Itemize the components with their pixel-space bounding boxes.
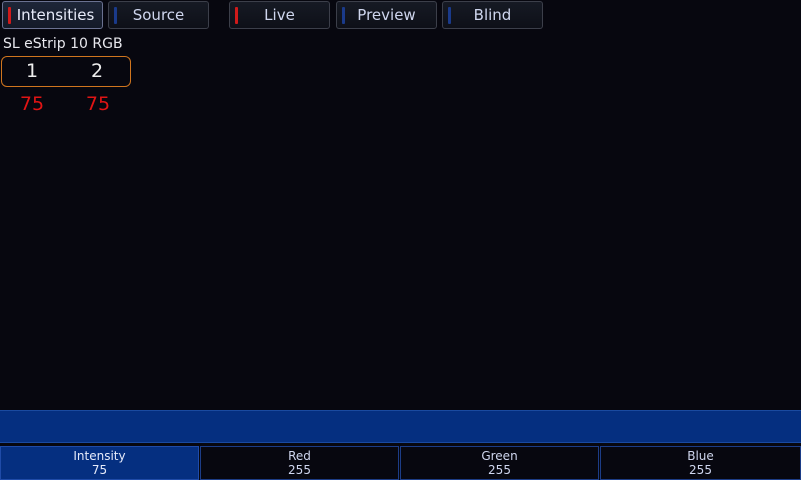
channel-level-1: 75 — [19, 93, 45, 115]
tab-label: Preview — [357, 6, 416, 24]
param-name: Intensity — [73, 449, 126, 463]
tab-indicator-preview — [342, 7, 345, 24]
tab-label: Source — [132, 6, 185, 24]
tab-intensities[interactable]: Intensities — [2, 1, 103, 29]
tab-source[interactable]: Source — [108, 1, 209, 29]
tab-indicator-blind — [448, 7, 451, 24]
param-blue-button[interactable]: Blue 255 — [600, 446, 801, 480]
param-value: 255 — [488, 463, 511, 477]
tab-label: Intensities — [16, 6, 95, 24]
param-name: Blue — [687, 449, 714, 463]
channel-level-2: 75 — [85, 93, 111, 115]
tab-preview[interactable]: Preview — [336, 1, 437, 29]
tab-live[interactable]: Live — [229, 1, 330, 29]
param-green-button[interactable]: Green 255 — [400, 446, 599, 480]
param-red-button[interactable]: Red 255 — [200, 446, 399, 480]
tab-indicator-live — [235, 7, 238, 24]
param-intensity-button[interactable]: Intensity 75 — [0, 446, 199, 480]
tab-indicator-intensities — [8, 7, 11, 24]
param-value: 75 — [91, 463, 108, 477]
tab-label: Blind — [473, 6, 512, 24]
param-value: 255 — [288, 463, 311, 477]
tab-label: Live — [264, 6, 295, 24]
param-name: Green — [481, 449, 518, 463]
channel-number-2[interactable]: 2 — [77, 60, 117, 82]
console-display: Intensities Source Live Preview Blind SL… — [0, 0, 801, 480]
command-line[interactable] — [0, 410, 801, 443]
param-name: Red — [288, 449, 311, 463]
tab-indicator-source — [114, 7, 117, 24]
param-value: 255 — [689, 463, 712, 477]
fixture-type-label: SL eStrip 10 RGB — [3, 36, 123, 52]
channel-number-1[interactable]: 1 — [12, 60, 52, 82]
tab-blind[interactable]: Blind — [442, 1, 543, 29]
